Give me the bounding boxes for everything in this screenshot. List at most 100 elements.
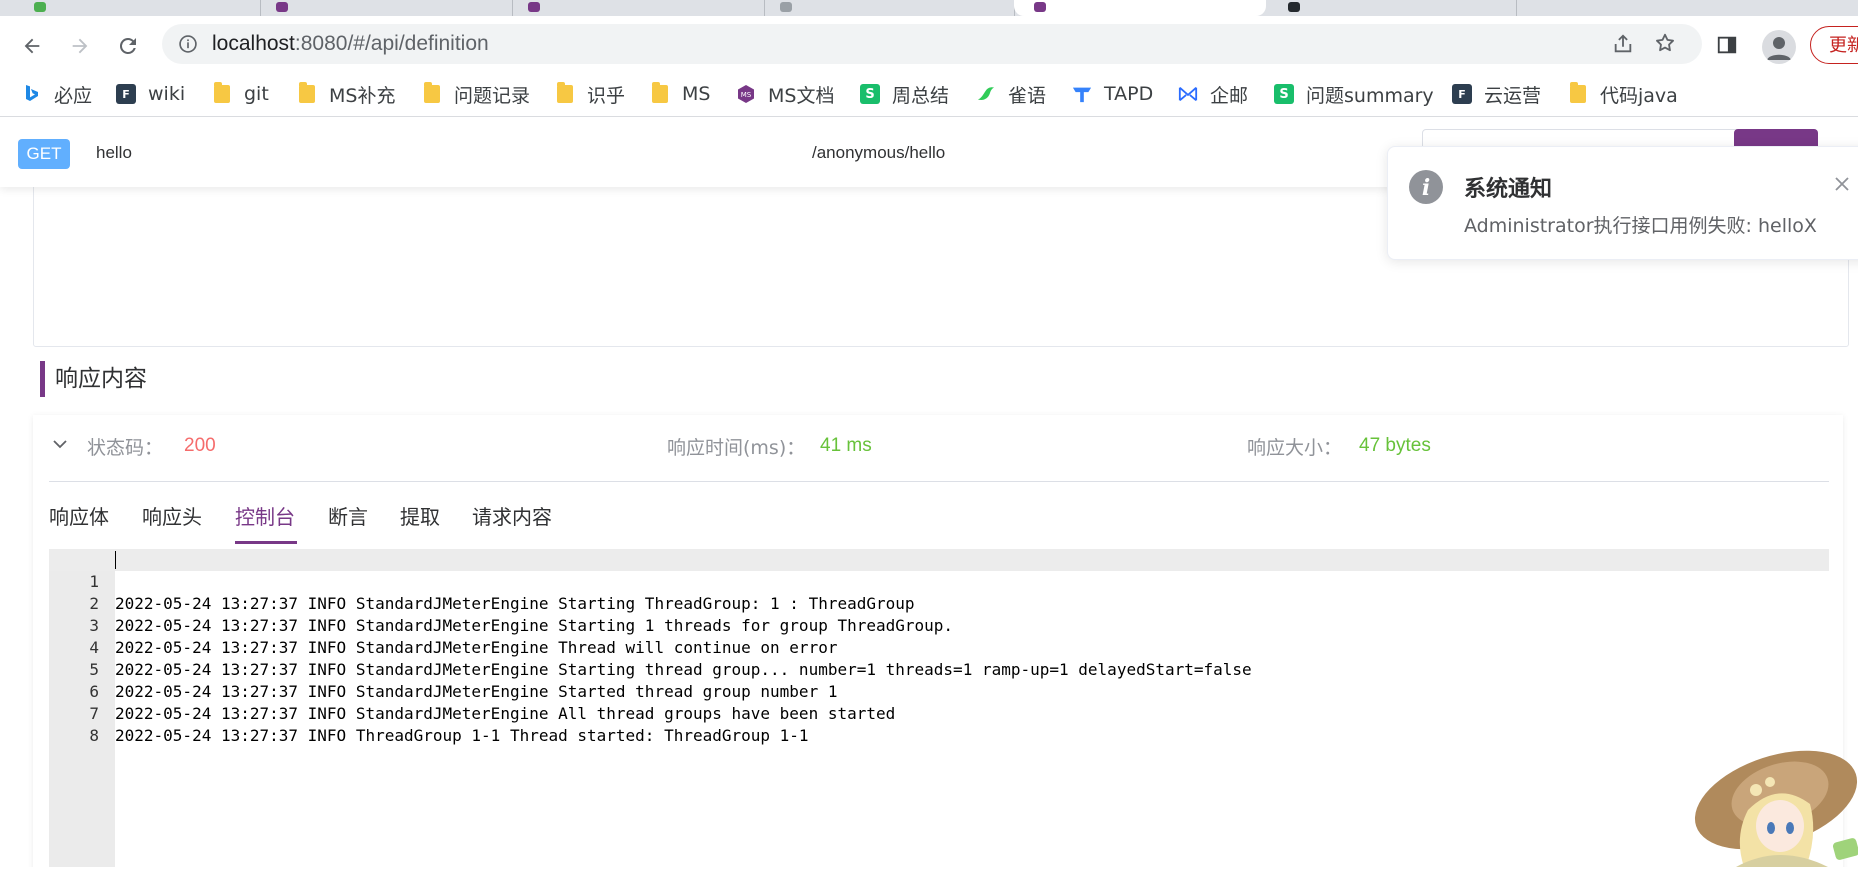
tab-console[interactable]: 控制台 xyxy=(235,495,295,539)
console-editor[interactable]: 1 2022-05-24 13:27:37 INFO StandardJMete… xyxy=(49,549,1829,867)
bookmark-label: 云运营 xyxy=(1484,84,1542,107)
bookmark-item[interactable]: MS xyxy=(650,82,710,106)
bing-icon xyxy=(22,84,42,104)
bookmarks-bar: 必应 F wiki git MS补充 问题记录 识乎 MS MS MS文档 S … xyxy=(0,72,1858,117)
browser-tab[interactable] xyxy=(1518,0,1858,16)
browser-toolbar: localhost:8080/#/api/definition 更新 xyxy=(0,16,1858,72)
bookmark-item[interactable]: S 问题summary xyxy=(1274,82,1434,107)
status-code-label: 状态码： xyxy=(87,437,164,459)
share-icon[interactable] xyxy=(1612,33,1634,59)
browser-tab-strip xyxy=(0,0,1858,16)
tapd-icon xyxy=(1072,84,1092,104)
tab-favicon-icon xyxy=(34,2,46,12)
tab-request-content[interactable]: 请求内容 xyxy=(472,495,552,539)
status-code-value: 200 xyxy=(184,435,216,456)
reload-icon xyxy=(119,37,136,54)
site-info-icon[interactable] xyxy=(178,34,198,58)
response-time-value: 41 ms xyxy=(820,435,872,456)
bookmark-label: 问题记录 xyxy=(454,84,531,107)
bookmark-item[interactable]: S 周总结 xyxy=(860,82,950,107)
arrow-left-icon xyxy=(24,38,40,54)
ms-docs-icon: MS xyxy=(736,84,756,104)
console-line: 3 2022-05-24 13:27:37 INFO StandardJMete… xyxy=(49,593,1829,657)
svg-text:MS: MS xyxy=(741,91,752,99)
browser-tab[interactable] xyxy=(262,0,513,16)
console-line: 4 2022-05-24 13:27:37 INFO StandardJMete… xyxy=(49,615,1829,679)
bookmark-label: MS补充 xyxy=(329,84,396,107)
back-button[interactable] xyxy=(12,28,52,64)
folder-icon xyxy=(650,82,670,104)
bookmark-item[interactable]: 雀语 xyxy=(976,82,1046,107)
profile-avatar-icon[interactable] xyxy=(1762,30,1796,64)
svg-text:i: i xyxy=(1422,175,1430,201)
console-line: 1 2022-05-24 13:27:37 INFO StandardJMete… xyxy=(49,549,1829,613)
bookmark-label: 企邮 xyxy=(1210,84,1249,107)
response-size-label: 响应大小： xyxy=(1247,437,1343,459)
tab-favicon-icon xyxy=(528,2,540,12)
bookmark-label: 周总结 xyxy=(892,84,950,107)
folder-icon xyxy=(1568,82,1588,104)
notification-message: Administrator执行接口用例失败: helloX xyxy=(1464,215,1817,237)
browser-tab[interactable] xyxy=(766,0,1015,16)
tab-response-headers[interactable]: 响应头 xyxy=(142,495,202,539)
browser-tab[interactable] xyxy=(20,0,261,16)
forward-button[interactable] xyxy=(60,28,100,64)
reload-button[interactable] xyxy=(108,28,148,64)
bookmark-item[interactable]: TAPD xyxy=(1072,82,1153,106)
bookmark-item[interactable]: 识乎 xyxy=(555,82,625,107)
folder-icon xyxy=(422,82,442,104)
console-line: 2 2022-05-24 13:27:37 INFO StandardJMete… xyxy=(49,571,1829,635)
bookmark-label: wiki xyxy=(148,83,186,105)
response-size-value: 47 bytes xyxy=(1359,435,1431,456)
mail-icon xyxy=(1178,84,1198,104)
bookmark-label: 问题summary xyxy=(1306,84,1434,107)
tab-response-body[interactable]: 响应体 xyxy=(49,495,109,539)
console-line: 6 2022-05-24 13:27:37 INFO StandardJMete… xyxy=(49,659,1829,723)
browser-tab[interactable] xyxy=(514,0,765,16)
tab-favicon-icon xyxy=(276,2,288,12)
address-host: localhost xyxy=(212,32,295,55)
bookmark-item[interactable]: MS补充 xyxy=(297,82,396,107)
folder-icon xyxy=(297,82,317,104)
side-panel-icon[interactable] xyxy=(1716,34,1738,60)
bookmark-item[interactable]: 企邮 xyxy=(1178,82,1249,107)
line-number: 8 xyxy=(89,726,99,745)
close-icon[interactable] xyxy=(1833,175,1851,197)
arrow-right-icon xyxy=(72,38,88,54)
method-badge: GET xyxy=(18,139,70,169)
api-name: hello xyxy=(96,143,132,162)
bookmark-label: MS xyxy=(682,83,711,105)
console-line: 8 xyxy=(49,703,1829,745)
api-path: /anonymous/hello xyxy=(812,143,946,162)
divider xyxy=(49,481,1829,482)
address-bar[interactable]: localhost:8080/#/api/definition xyxy=(162,24,1702,64)
address-path: :8080/#/api/definition xyxy=(294,32,489,55)
notification-title: 系统通知 xyxy=(1464,177,1553,202)
tab-assertions[interactable]: 断言 xyxy=(328,495,368,539)
bookmark-star-icon[interactable] xyxy=(1654,32,1676,58)
response-card: 状态码： 200 响应时间(ms)： 41 ms 响应大小： 47 bytes … xyxy=(33,415,1843,867)
tab-favicon-icon xyxy=(780,2,792,12)
update-button[interactable]: 更新 xyxy=(1810,26,1858,64)
tab-extract[interactable]: 提取 xyxy=(400,495,440,539)
console-line: 7 2022-05-24 13:27:37 INFO ThreadGroup 1… xyxy=(49,681,1829,745)
bookmark-item[interactable]: 必应 xyxy=(22,82,93,107)
browser-tab[interactable] xyxy=(1268,0,1517,16)
bookmark-item[interactable]: 问题记录 xyxy=(422,82,531,107)
browser-tab-active[interactable] xyxy=(1014,0,1266,16)
bookmark-label: 必应 xyxy=(54,84,93,107)
s-doc-icon: S xyxy=(860,84,880,104)
f2c-icon: F xyxy=(1452,84,1472,104)
bookmark-item[interactable]: F wiki xyxy=(116,82,185,106)
bookmark-item[interactable]: 代码java xyxy=(1568,82,1678,107)
anime-mascot-widget[interactable] xyxy=(1676,740,1858,867)
bookmark-label: git xyxy=(244,83,269,105)
address-text[interactable]: localhost:8080/#/api/definition xyxy=(212,32,489,56)
bookmark-item[interactable]: git xyxy=(212,82,269,106)
tab-favicon-icon xyxy=(1034,2,1046,12)
bookmark-item[interactable]: F 云运营 xyxy=(1452,82,1542,107)
active-tab-indicator xyxy=(235,541,297,544)
chevron-down-icon[interactable] xyxy=(51,435,69,457)
bookmark-item[interactable]: MS MS文档 xyxy=(736,82,834,107)
console-line-text: 2022-05-24 13:27:37 INFO ThreadGroup 1-1… xyxy=(115,726,809,745)
